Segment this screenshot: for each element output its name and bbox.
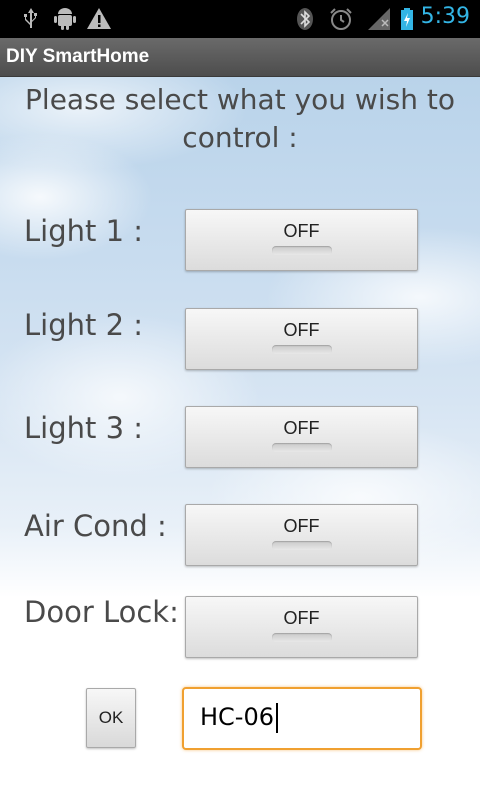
signal-icon xyxy=(368,8,390,30)
door-lock-state: OFF xyxy=(283,608,320,628)
toggle-indicator xyxy=(272,443,332,452)
light-2-toggle[interactable]: OFF xyxy=(185,308,418,370)
air-cond-label: Air Cond : xyxy=(24,509,167,543)
light-3-state: OFF xyxy=(283,418,320,438)
status-bar: 5:39 xyxy=(0,0,480,38)
toggle-indicator xyxy=(272,633,332,642)
android-debug-icon xyxy=(54,8,76,30)
battery-charging-icon xyxy=(401,8,413,30)
heading-line-1: Please select what you wish to xyxy=(25,83,455,116)
toggle-indicator xyxy=(272,246,332,255)
text-cursor xyxy=(276,703,278,733)
light-1-toggle[interactable]: OFF xyxy=(185,209,418,271)
light-2-state: OFF xyxy=(283,320,320,340)
heading-line-2: control : xyxy=(182,121,298,154)
door-lock-label: Door Lock: xyxy=(24,595,179,629)
device-name-input[interactable]: HC-06 xyxy=(182,687,422,750)
toggle-indicator xyxy=(272,345,332,354)
ok-button[interactable]: OK xyxy=(86,688,136,748)
bluetooth-icon xyxy=(297,8,313,30)
app-title-bar: DIY SmartHome xyxy=(0,38,480,77)
app-title: DIY SmartHome xyxy=(6,46,150,67)
light-2-label: Light 2 : xyxy=(24,308,144,342)
status-time: 5:39 xyxy=(420,4,470,29)
device-name-value: HC-06 xyxy=(200,703,275,731)
air-cond-toggle[interactable]: OFF xyxy=(185,504,418,566)
door-lock-toggle[interactable]: OFF xyxy=(185,596,418,658)
light-3-label: Light 3 : xyxy=(24,411,144,445)
alarm-icon xyxy=(330,8,352,30)
light-3-toggle[interactable]: OFF xyxy=(185,406,418,468)
usb-icon xyxy=(24,8,37,28)
light-1-label: Light 1 : xyxy=(24,214,144,248)
air-cond-state: OFF xyxy=(283,516,320,536)
warning-icon xyxy=(87,8,111,29)
main-content: Please select what you wish to control :… xyxy=(0,77,480,800)
light-1-state: OFF xyxy=(283,221,320,241)
toggle-indicator xyxy=(272,541,332,550)
page-heading: Please select what you wish to control : xyxy=(0,81,480,157)
